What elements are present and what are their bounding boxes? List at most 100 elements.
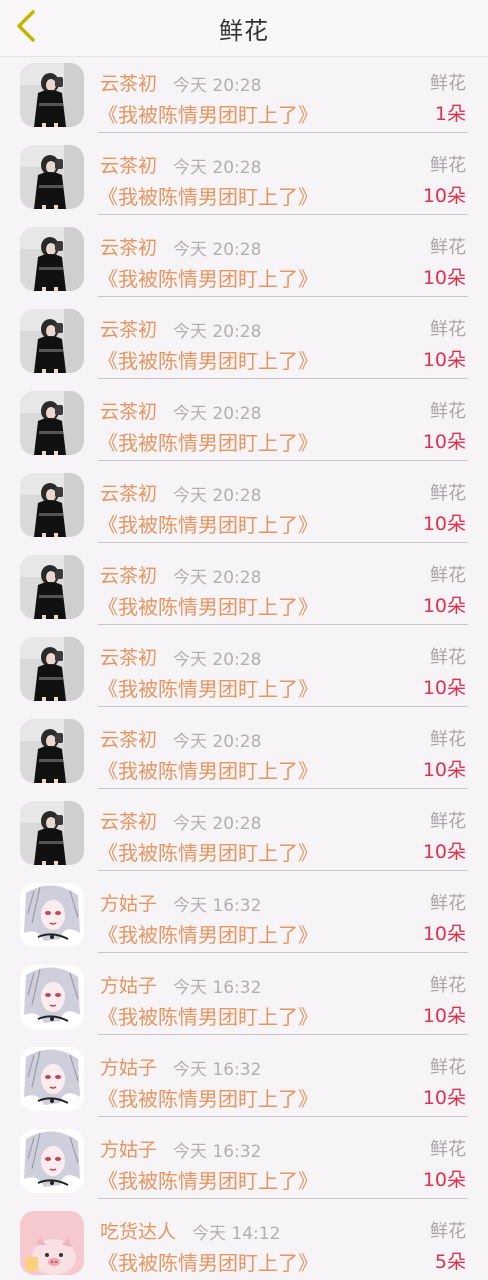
book-title-link[interactable]: 《我被陈情男团盯上了》 [98,99,318,128]
avatar[interactable] [20,473,84,537]
user-name[interactable]: 云茶初 [100,397,157,424]
row-divider [98,1034,468,1035]
row-divider [98,624,468,625]
user-name[interactable]: 方姑子 [100,889,157,916]
flower-record-row[interactable]: 方姑子 今天 16:32 鲜花 《我被陈情男团盯上了》 10朵 [0,877,488,959]
anime-white-hair-avatar-image [20,965,84,1029]
avatar[interactable] [20,965,84,1029]
flower-record-row[interactable]: 云茶初 今天 20:28 鲜花 《我被陈情男团盯上了》 10朵 [0,631,488,713]
avatar[interactable] [20,309,84,373]
timestamp: 今天 20:28 [173,240,262,260]
avatar[interactable] [20,719,84,783]
book-title-link[interactable]: 《我被陈情男团盯上了》 [98,1247,318,1276]
timestamp: 今天 20:28 [173,814,262,834]
flower-record-row[interactable]: 云茶初 今天 20:28 鲜花 《我被陈情男团盯上了》 10朵 [0,795,488,877]
row-divider [98,542,468,543]
timestamp: 今天 20:28 [173,404,262,424]
row-divider [98,296,468,297]
avatar[interactable] [20,1129,84,1193]
avatar[interactable] [20,801,84,865]
flower-count: 10朵 [422,1005,466,1027]
book-title-link[interactable]: 《我被陈情男团盯上了》 [98,837,318,866]
row-divider [98,132,468,133]
flower-count: 10朵 [422,677,466,699]
flowers-page: 鲜花 云茶初 今天 20:28 鲜花 《我被陈情男团盯上了》 1朵 云茶初 今天 [0,0,488,1280]
user-name[interactable]: 云茶初 [100,151,157,178]
back-button[interactable] [8,6,44,46]
book-title-link[interactable]: 《我被陈情男团盯上了》 [98,181,318,210]
user-name[interactable]: 云茶初 [100,233,157,260]
book-title-link[interactable]: 《我被陈情男团盯上了》 [98,263,318,292]
gift-type-label: 鲜花 [430,155,466,176]
book-title-link[interactable]: 《我被陈情男团盯上了》 [98,755,318,784]
user-name[interactable]: 云茶初 [100,561,157,588]
timestamp: 今天 20:28 [173,76,262,96]
book-title-link[interactable]: 《我被陈情男团盯上了》 [98,673,318,702]
nav-bar: 鲜花 [0,0,488,57]
avatar[interactable] [20,391,84,455]
avatar[interactable] [20,145,84,209]
flower-count: 10朵 [422,1087,466,1109]
flower-record-list: 云茶初 今天 20:28 鲜花 《我被陈情男团盯上了》 1朵 云茶初 今天 20… [0,57,488,1280]
book-title-link[interactable]: 《我被陈情男团盯上了》 [98,1083,318,1112]
user-name[interactable]: 方姑子 [100,1135,157,1162]
avatar[interactable] [20,555,84,619]
flower-count: 10朵 [422,267,466,289]
flower-count: 10朵 [422,349,466,371]
gift-type-label: 鲜花 [430,483,466,504]
flower-record-row[interactable]: 方姑子 今天 16:32 鲜花 《我被陈情男团盯上了》 10朵 [0,959,488,1041]
row-divider [98,214,468,215]
avatar[interactable] [20,883,84,947]
user-name[interactable]: 云茶初 [100,725,157,752]
avatar[interactable] [20,63,84,127]
flower-count: 5朵 [434,1251,466,1273]
user-name[interactable]: 云茶初 [100,807,157,834]
flower-record-row[interactable]: 云茶初 今天 20:28 鲜花 《我被陈情男团盯上了》 10朵 [0,713,488,795]
avatar[interactable] [20,637,84,701]
row-divider [98,1116,468,1117]
flower-record-row[interactable]: 云茶初 今天 20:28 鲜花 《我被陈情男团盯上了》 1朵 [0,57,488,139]
user-name[interactable]: 吃货达人 [100,1217,176,1244]
girl-black-dress-avatar-image [20,555,84,619]
user-name[interactable]: 云茶初 [100,315,157,342]
flower-count: 10朵 [422,513,466,535]
gift-type-label: 鲜花 [430,811,466,832]
flower-count: 10朵 [422,185,466,207]
timestamp: 今天 16:32 [173,1060,262,1080]
avatar[interactable] [20,1047,84,1111]
book-title-link[interactable]: 《我被陈情男团盯上了》 [98,1165,318,1194]
page-title: 鲜花 [219,16,269,45]
flower-record-row[interactable]: 方姑子 今天 16:32 鲜花 《我被陈情男团盯上了》 10朵 [0,1041,488,1123]
flower-record-row[interactable]: 云茶初 今天 20:28 鲜花 《我被陈情男团盯上了》 10朵 [0,303,488,385]
flower-record-row[interactable]: 云茶初 今天 20:28 鲜花 《我被陈情男团盯上了》 10朵 [0,139,488,221]
avatar[interactable] [20,227,84,291]
avatar[interactable] [20,1211,84,1275]
gift-type-label: 鲜花 [430,401,466,422]
flower-record-row[interactable]: 云茶初 今天 20:28 鲜花 《我被陈情男团盯上了》 10朵 [0,221,488,303]
book-title-link[interactable]: 《我被陈情男团盯上了》 [98,919,318,948]
gift-type-label: 鲜花 [430,565,466,586]
timestamp: 今天 16:32 [173,896,262,916]
flower-record-row[interactable]: 吃货达人 今天 14:12 鲜花 《我被陈情男团盯上了》 5朵 [0,1205,488,1280]
flower-record-row[interactable]: 云茶初 今天 20:28 鲜花 《我被陈情男团盯上了》 10朵 [0,467,488,549]
book-title-link[interactable]: 《我被陈情男团盯上了》 [98,591,318,620]
user-name[interactable]: 云茶初 [100,69,157,96]
row-divider [98,870,468,871]
row-divider [98,952,468,953]
user-name[interactable]: 云茶初 [100,479,157,506]
anime-white-hair-avatar-image [20,1047,84,1111]
flower-count: 10朵 [422,431,466,453]
user-name[interactable]: 方姑子 [100,1053,157,1080]
book-title-link[interactable]: 《我被陈情男团盯上了》 [98,345,318,374]
book-title-link[interactable]: 《我被陈情男团盯上了》 [98,509,318,538]
timestamp: 今天 20:28 [173,486,262,506]
pink-pig-avatar-image [20,1211,84,1275]
book-title-link[interactable]: 《我被陈情男团盯上了》 [98,427,318,456]
user-name[interactable]: 云茶初 [100,643,157,670]
flower-record-row[interactable]: 方姑子 今天 16:32 鲜花 《我被陈情男团盯上了》 10朵 [0,1123,488,1205]
flower-record-row[interactable]: 云茶初 今天 20:28 鲜花 《我被陈情男团盯上了》 10朵 [0,385,488,467]
book-title-link[interactable]: 《我被陈情男团盯上了》 [98,1001,318,1030]
user-name[interactable]: 方姑子 [100,971,157,998]
girl-black-dress-avatar-image [20,145,84,209]
flower-record-row[interactable]: 云茶初 今天 20:28 鲜花 《我被陈情男团盯上了》 10朵 [0,549,488,631]
